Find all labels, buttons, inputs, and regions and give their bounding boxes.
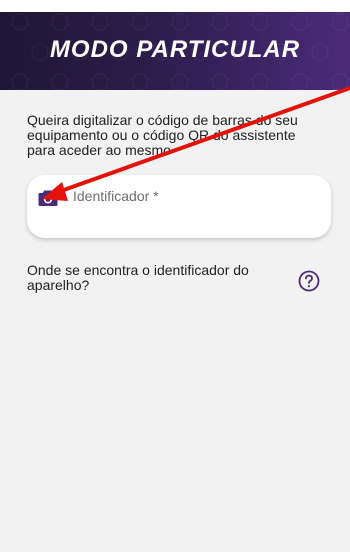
question-circle-icon[interactable] bbox=[298, 270, 320, 292]
app-header: MODO PARTICULAR bbox=[0, 12, 350, 90]
scan-instructions: Queira digitalizar o código de barras do… bbox=[27, 112, 298, 158]
identifier-field[interactable]: Identificador * bbox=[27, 175, 331, 238]
camera-icon[interactable] bbox=[38, 189, 58, 207]
identifier-help-text: Onde se encontra o identificador do apar… bbox=[27, 262, 249, 293]
page-title: MODO PARTICULAR bbox=[49, 36, 301, 63]
status-strip bbox=[0, 0, 350, 12]
identifier-placeholder: Identificador * bbox=[73, 188, 159, 204]
